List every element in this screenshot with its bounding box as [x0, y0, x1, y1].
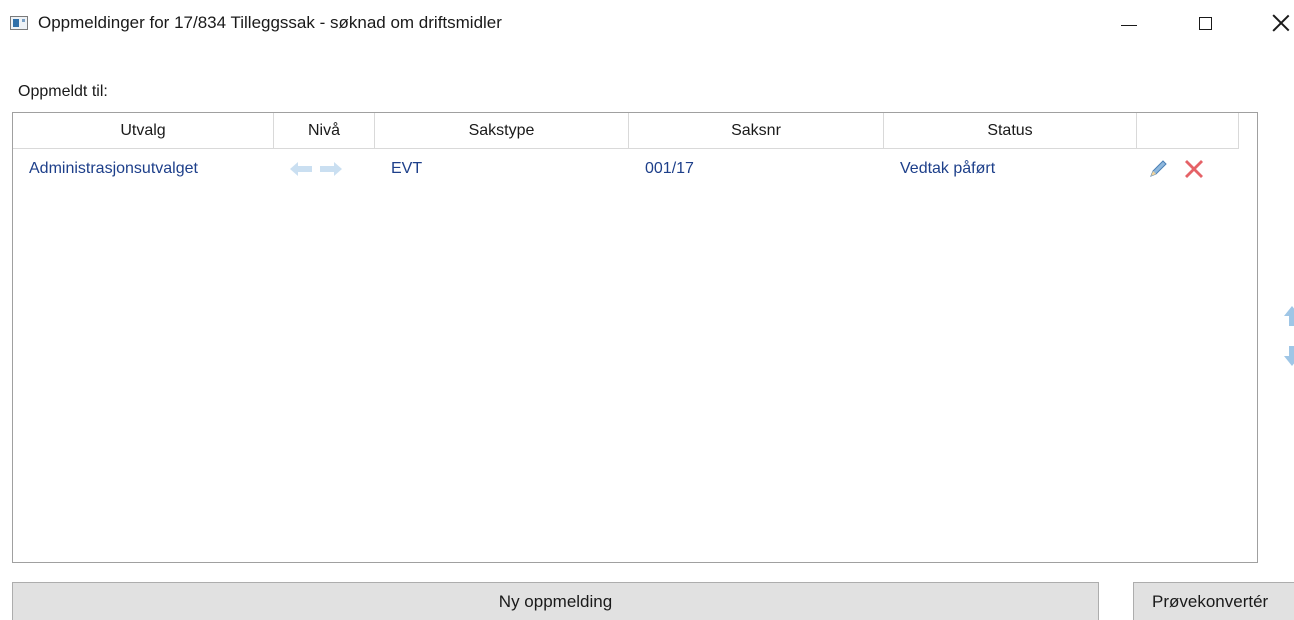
minimize-icon — [1121, 24, 1137, 26]
delete-x-icon[interactable] — [1181, 156, 1207, 182]
cell-saksnr: 001/17 — [645, 160, 694, 177]
new-registration-button[interactable]: Ny oppmelding — [12, 582, 1099, 620]
minimize-button[interactable] — [1106, 0, 1152, 46]
column-header-niva[interactable]: Nivå — [274, 113, 375, 148]
edit-pencil-icon[interactable] — [1145, 156, 1171, 182]
close-button[interactable] — [1258, 0, 1294, 46]
maximize-button[interactable] — [1182, 0, 1228, 46]
column-header-utvalg[interactable]: Utvalg — [13, 113, 274, 148]
oppmeldt-til-label: Oppmeldt til: — [18, 83, 108, 100]
move-up-icon — [1284, 306, 1294, 326]
arrow-left-icon[interactable] — [290, 162, 312, 176]
move-down-icon — [1284, 346, 1294, 366]
cell-sakstype: EVT — [391, 160, 423, 177]
maximize-icon — [1198, 16, 1212, 30]
column-header-status[interactable]: Status — [884, 113, 1137, 148]
column-header-saksnr[interactable]: Saksnr — [629, 113, 884, 148]
test-convert-button[interactable]: Prøvekonvertér — [1133, 582, 1294, 620]
grid-header: Utvalg Nivå Sakstype Saksnr Status — [13, 113, 1239, 149]
app-icon — [10, 16, 28, 30]
window-title: Oppmeldinger for 17/834 Tilleggssak - sø… — [38, 13, 502, 32]
arrow-right-icon[interactable] — [320, 162, 342, 176]
table-row[interactable]: Administrasjonsutvalget EVT 001/17 Vedta… — [13, 149, 1239, 189]
close-icon — [1272, 14, 1290, 32]
dialog-window: Oppmeldinger for 17/834 Tilleggssak - sø… — [0, 0, 1294, 620]
side-move-controls — [1282, 304, 1294, 374]
cell-utvalg: Administrasjonsutvalget — [29, 160, 198, 177]
cell-actions — [1137, 156, 1239, 182]
column-header-sakstype[interactable]: Sakstype — [375, 113, 629, 148]
cell-status: Vedtak påført — [900, 160, 996, 177]
column-header-actions — [1137, 113, 1239, 148]
registrations-grid[interactable]: Utvalg Nivå Sakstype Saksnr Status Admin… — [12, 112, 1258, 563]
title-bar: Oppmeldinger for 17/834 Tilleggssak - sø… — [0, 0, 1294, 50]
cell-niva — [274, 162, 375, 176]
